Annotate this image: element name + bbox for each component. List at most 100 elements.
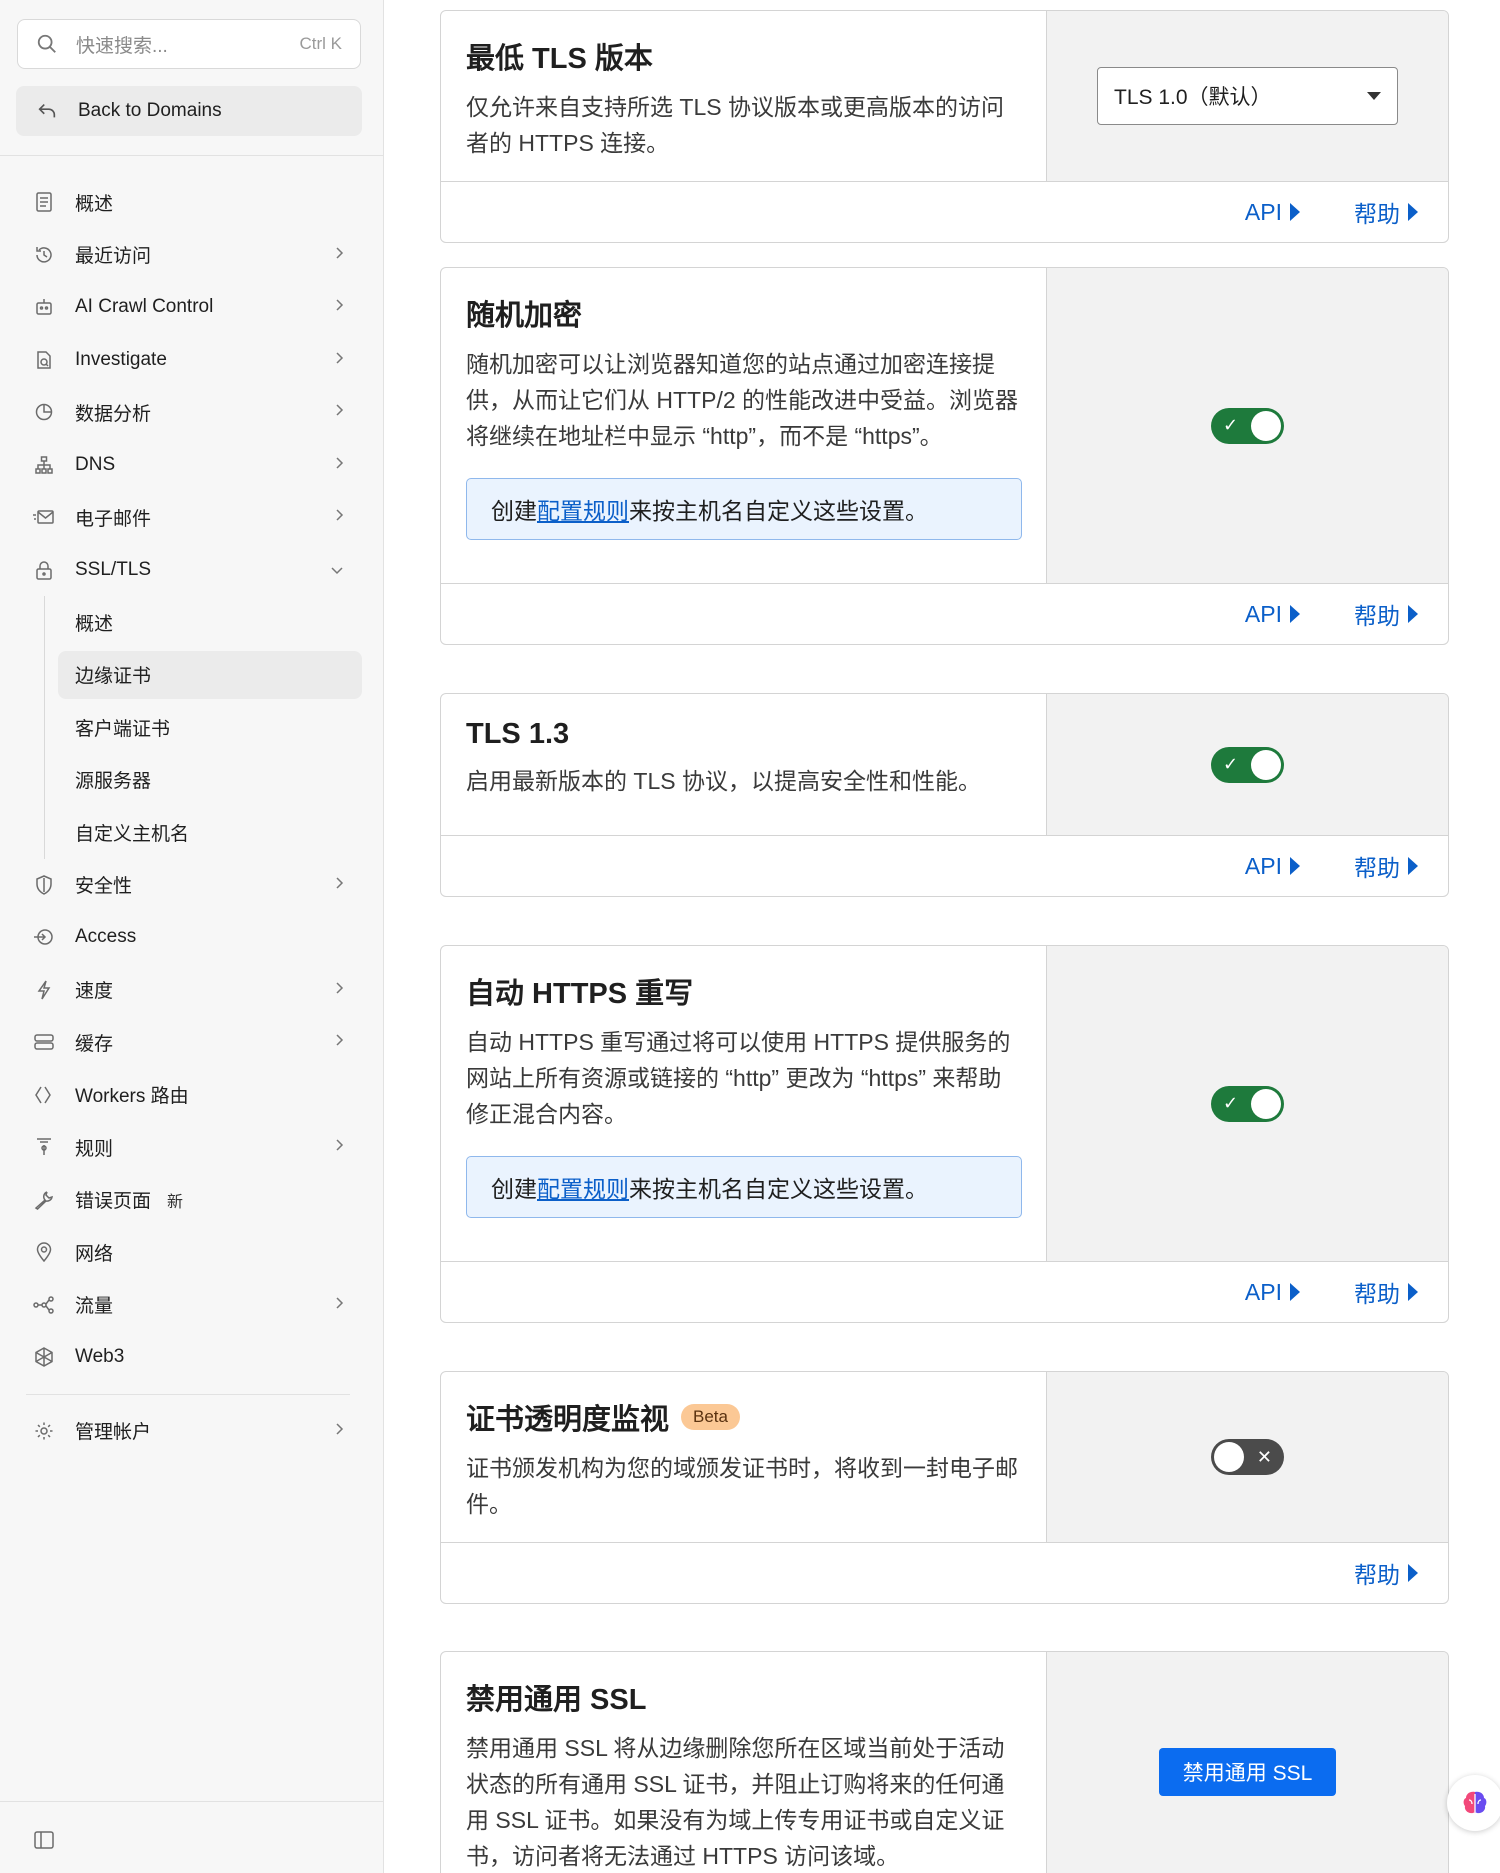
- back-to-domains-button[interactable]: Back to Domains: [16, 86, 362, 136]
- web3-icon: [33, 1346, 55, 1368]
- sidebar-item-security[interactable]: 安全性: [0, 859, 384, 912]
- sidebar-item-traffic[interactable]: 流量: [0, 1279, 384, 1332]
- robot-icon: [33, 296, 55, 318]
- card-description: 自动 HTTPS 重写通过将可以使用 HTTPS 提供服务的网站上所有资源或链接…: [466, 1029, 1011, 1127]
- certificate-transparency-toggle[interactable]: ✕: [1211, 1439, 1284, 1475]
- search-placeholder: 快速搜索...: [76, 35, 168, 57]
- sidebar-item-email[interactable]: 电子邮件: [0, 491, 384, 544]
- document-icon: [33, 191, 55, 213]
- sidebar-collapse-icon[interactable]: [33, 1829, 55, 1851]
- chevron-right-icon: [334, 401, 344, 423]
- sidebar-divider: [0, 155, 384, 156]
- gear-icon: [33, 1420, 55, 1442]
- sidebar-subitem-overview[interactable]: 概述: [0, 596, 384, 649]
- sidebar-item-label: 速度: [75, 981, 114, 1003]
- sidebar-item-label: Workers 路由: [75, 1086, 189, 1108]
- sidebar-item-dns[interactable]: DNS: [0, 439, 384, 492]
- api-link[interactable]: API: [1245, 1279, 1300, 1306]
- ai-assistant-button[interactable]: [1447, 1775, 1500, 1831]
- lightning-icon: [33, 979, 55, 1001]
- sidebar-item-investigate[interactable]: Investigate: [0, 334, 384, 387]
- caret-right-icon: [1290, 605, 1300, 623]
- sidebar-item-web3[interactable]: Web3: [0, 1331, 384, 1384]
- sidebar-subitem-custom-hostnames[interactable]: 自定义主机名: [0, 806, 384, 859]
- caret-right-icon: [1408, 857, 1418, 875]
- chevron-right-icon: [334, 454, 344, 476]
- automatic-https-rewrites-toggle[interactable]: ✓: [1211, 1085, 1284, 1122]
- toggle-knob: [1214, 1442, 1244, 1472]
- caret-right-icon: [1290, 1283, 1300, 1301]
- workers-icon: [33, 1084, 55, 1106]
- sidebar-item-recent[interactable]: 最近访问: [0, 229, 384, 282]
- opportunistic-encryption-card: 随机加密 随机加密可以让浏览器知道您的站点通过加密连接提供，从而让它们从 HTT…: [440, 267, 1449, 645]
- sidebar-subitem-edge-certificates[interactable]: 边缘证书: [0, 649, 384, 702]
- select-value: TLS 1.0（默认）: [1114, 86, 1272, 109]
- sidebar-item-label: 管理帐户: [75, 1422, 152, 1444]
- chevron-down-icon: [330, 559, 344, 581]
- disable-universal-ssl-button[interactable]: 禁用通用 SSL: [1158, 1748, 1337, 1796]
- sidebar-item-cache[interactable]: 缓存: [0, 1016, 384, 1069]
- caret-right-icon: [1408, 605, 1418, 623]
- config-rules-link[interactable]: 配置规则: [537, 498, 629, 524]
- network-tree-icon: [33, 454, 55, 476]
- api-link[interactable]: API: [1245, 199, 1300, 226]
- close-icon: ✕: [1256, 1446, 1272, 1467]
- opportunistic-encryption-toggle[interactable]: ✓: [1211, 407, 1284, 444]
- sidebar-item-error-pages[interactable]: 错误页面 新: [0, 1174, 384, 1227]
- sidebar-item-overview[interactable]: 概述: [0, 176, 384, 229]
- help-link[interactable]: 帮助: [1354, 1556, 1418, 1590]
- check-icon: ✓: [1223, 754, 1239, 774]
- sidebar-item-label: DNS: [75, 453, 116, 475]
- sidebar-subitem-client-certificates[interactable]: 客户端证书: [0, 701, 384, 754]
- pie-chart-icon: [33, 401, 55, 423]
- sidebar-item-label: 安全性: [75, 876, 133, 898]
- tls13-card: TLS 1.3 启用最新版本的 TLS 协议，以提高安全性和性能。 ✓ API …: [440, 693, 1449, 897]
- api-link[interactable]: API: [1245, 853, 1300, 880]
- sidebar-item-label: 缓存: [75, 1033, 114, 1055]
- card-description: 证书颁发机构为您的域颁发证书时，将收到一封电子邮件。: [466, 1455, 1018, 1517]
- min-tls-version-card: 最低 TLS 版本 仅允许来自支持所选 TLS 协议版本或更高版本的访问者的 H…: [440, 10, 1449, 243]
- sidebar-item-ssl-tls[interactable]: SSL/TLS: [0, 544, 384, 597]
- sidebar-subitem-origin-server[interactable]: 源服务器: [0, 754, 384, 807]
- sidebar-item-rules[interactable]: 规则: [0, 1121, 384, 1174]
- card-title: 自动 HTTPS 重写: [466, 978, 694, 1010]
- tls-version-select[interactable]: TLS 1.0（默认）: [1097, 67, 1398, 125]
- automatic-https-rewrites-card: 自动 HTTPS 重写 自动 HTTPS 重写通过将可以使用 HTTPS 提供服…: [440, 945, 1449, 1323]
- help-link[interactable]: 帮助: [1354, 597, 1418, 631]
- sidebar-item-label: 最近访问: [75, 246, 152, 268]
- sidebar-item-speed[interactable]: 速度: [0, 964, 384, 1017]
- card-description: 禁用通用 SSL 将从边缘删除您所在区域当前处于活动状态的所有通用 SSL 证书…: [466, 1735, 1005, 1869]
- chevron-right-icon: [334, 979, 344, 1001]
- sidebar-item-label: 网络: [75, 1243, 114, 1265]
- sidebar-item-access[interactable]: Access: [0, 911, 384, 964]
- sidebar-item-label: 电子邮件: [75, 508, 152, 530]
- check-icon: ✓: [1223, 1093, 1239, 1113]
- api-link[interactable]: API: [1245, 601, 1300, 628]
- sidebar-item-label: SSL/TLS: [75, 558, 152, 580]
- tls13-toggle[interactable]: ✓: [1211, 746, 1284, 783]
- chevron-right-icon: [334, 1420, 344, 1442]
- sidebar-item-label: Web3: [75, 1346, 125, 1368]
- chevron-right-icon: [334, 1031, 344, 1053]
- caret-right-icon: [1408, 1564, 1418, 1582]
- chevron-right-icon: [334, 1294, 344, 1316]
- check-icon: ✓: [1223, 415, 1239, 435]
- sidebar-item-analytics[interactable]: 数据分析: [0, 386, 384, 439]
- sidebar-item-workers-routes[interactable]: Workers 路由: [0, 1069, 384, 1122]
- help-link[interactable]: 帮助: [1354, 195, 1418, 229]
- help-link[interactable]: 帮助: [1354, 849, 1418, 883]
- sidebar-item-manage-account[interactable]: 管理帐户: [0, 1405, 384, 1458]
- chevron-right-icon: [334, 506, 344, 528]
- brain-icon: [1463, 1791, 1487, 1814]
- sidebar-item-ai-crawl-control[interactable]: AI Crawl Control: [0, 281, 384, 334]
- toggle-knob: [1251, 410, 1281, 441]
- config-rules-link[interactable]: 配置规则: [537, 1176, 629, 1202]
- help-link[interactable]: 帮助: [1354, 1275, 1418, 1309]
- certificate-transparency-card: 证书透明度监视 Beta 证书颁发机构为您的域颁发证书时，将收到一封电子邮件。 ✕…: [440, 1371, 1449, 1604]
- sidebar-item-network[interactable]: 网络: [0, 1226, 384, 1279]
- card-title: 最低 TLS 版本: [466, 43, 653, 75]
- email-icon: [33, 506, 55, 528]
- search-input[interactable]: 快速搜索... Ctrl K: [17, 19, 361, 69]
- caret-right-icon: [1290, 857, 1300, 875]
- history-icon: [33, 244, 55, 266]
